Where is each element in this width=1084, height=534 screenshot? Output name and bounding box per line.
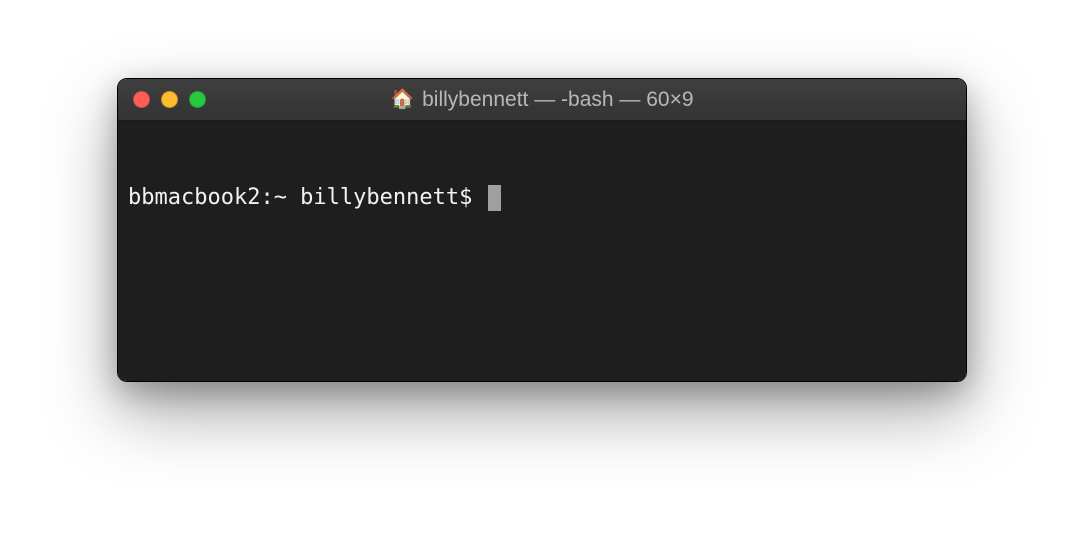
window-title-group: 🏠 billybennett — -bash — 60×9 [390, 88, 693, 112]
window-title: billybennett — -bash — 60×9 [422, 88, 693, 112]
prompt-line: bbmacbook2:~ billybennett$ [128, 184, 956, 213]
close-button[interactable] [133, 91, 150, 108]
shell-prompt: bbmacbook2:~ billybennett$ [128, 184, 486, 213]
traffic-lights [133, 91, 206, 108]
minimize-button[interactable] [161, 91, 178, 108]
terminal-window: 🏠 billybennett — -bash — 60×9 bbmacbook2… [117, 78, 967, 382]
titlebar[interactable]: 🏠 billybennett — -bash — 60×9 [118, 79, 966, 121]
zoom-button[interactable] [189, 91, 206, 108]
home-icon: 🏠 [390, 90, 414, 109]
cursor [488, 185, 501, 211]
terminal-body[interactable]: bbmacbook2:~ billybennett$ [118, 121, 966, 381]
